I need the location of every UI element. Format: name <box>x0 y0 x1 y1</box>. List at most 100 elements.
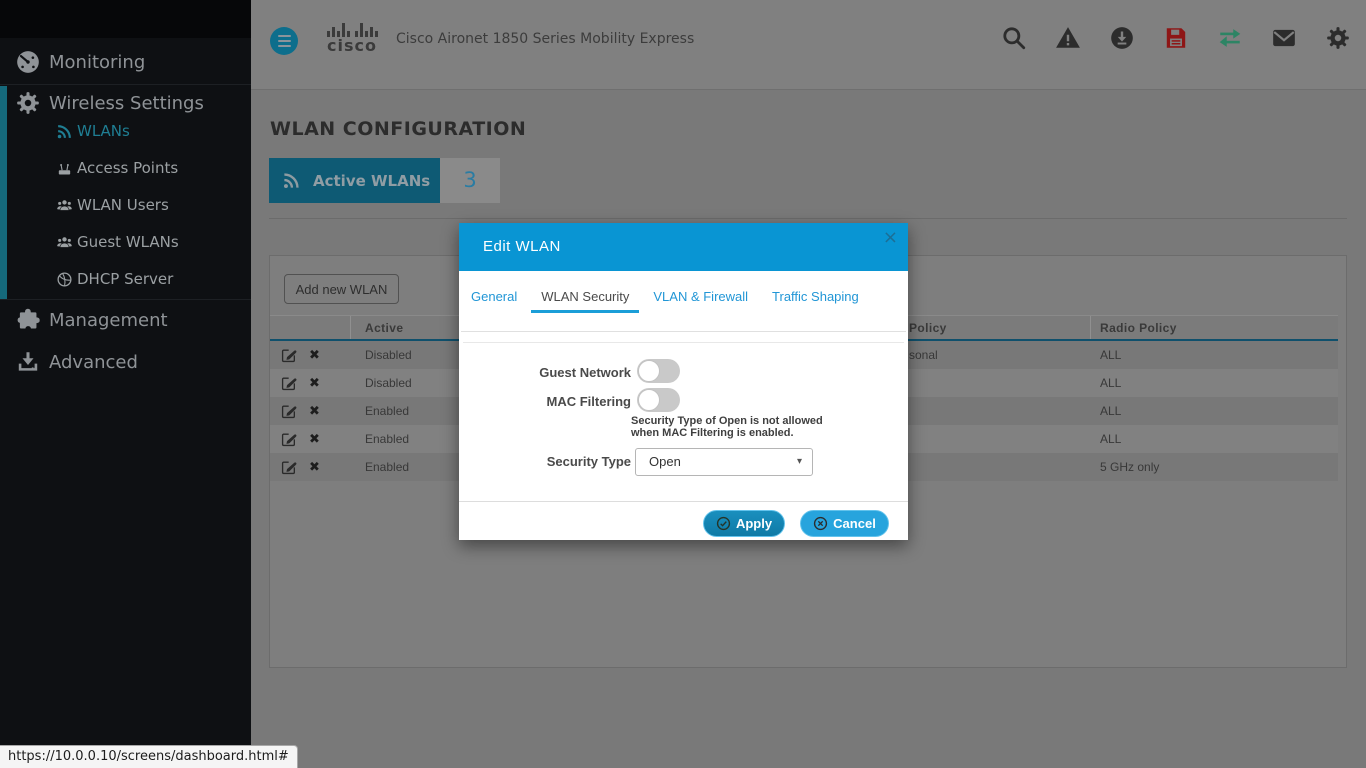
sidebar-top-strip <box>0 0 251 38</box>
close-icon[interactable]: × <box>883 227 898 248</box>
sidebar-item-label: Management <box>49 310 168 331</box>
sidebar-item-wireless-settings[interactable]: Wireless Settings <box>0 86 251 120</box>
gauge-icon <box>15 49 41 75</box>
cell-policy <box>900 453 1091 481</box>
settings-gear-icon[interactable] <box>1325 25 1351 51</box>
sidebar-item-wlan-users[interactable]: WLAN Users <box>0 191 251 219</box>
sidebar-item-guest-wlans[interactable]: Guest WLANs <box>0 228 251 256</box>
sidebar-item-wlans[interactable]: WLANs <box>0 117 251 145</box>
modal-tabs: General WLAN Security VLAN & Firewall Tr… <box>461 286 873 313</box>
divider <box>0 299 251 300</box>
header-radio-policy: Radio Policy <box>1091 316 1338 339</box>
cell-radio: ALL <box>1091 341 1338 369</box>
mail-icon[interactable] <box>1271 25 1297 51</box>
mac-filtering-label: MAC Filtering <box>459 394 631 409</box>
cell-policy <box>900 369 1091 397</box>
divider <box>269 218 1347 219</box>
cell-radio: ALL <box>1091 425 1338 453</box>
top-action-icons <box>1001 25 1351 51</box>
delete-wlan-icon[interactable]: ✖ <box>309 341 320 369</box>
download-tray-icon <box>15 349 41 375</box>
sidebar-item-label: DHCP Server <box>77 270 173 288</box>
cell-radio: ALL <box>1091 369 1338 397</box>
sidebar: Monitoring Wireless Settings WLANs Acces… <box>0 0 251 768</box>
search-icon[interactable] <box>1001 25 1027 51</box>
sidebar-item-dhcp-server[interactable]: DHCP Server <box>0 265 251 293</box>
transfer-icon[interactable] <box>1217 25 1243 51</box>
divider <box>0 84 251 85</box>
app-title: Cisco Aironet 1850 Series Mobility Expre… <box>396 31 694 47</box>
x-circle-icon <box>813 516 828 531</box>
users-icon <box>56 234 73 251</box>
delete-wlan-icon[interactable]: ✖ <box>309 397 320 425</box>
divider <box>463 342 904 343</box>
active-wlans-count: 3 <box>440 158 500 203</box>
edit-wlan-icon[interactable] <box>281 459 297 475</box>
rss-icon <box>56 123 73 140</box>
divider <box>461 331 906 332</box>
sidebar-item-management[interactable]: Management <box>0 303 251 337</box>
access-point-icon <box>56 160 73 177</box>
delete-wlan-icon[interactable]: ✖ <box>309 453 320 481</box>
sidebar-item-advanced[interactable]: Advanced <box>0 345 251 379</box>
sidebar-item-label: WLAN Users <box>77 196 169 214</box>
hamburger-menu-button[interactable] <box>270 27 298 55</box>
edit-wlan-modal: Edit WLAN × General WLAN Security VLAN &… <box>459 223 908 540</box>
users-icon <box>56 197 73 214</box>
cell-policy <box>900 425 1091 453</box>
header-actions <box>270 316 351 339</box>
sidebar-item-label: Wireless Settings <box>49 93 204 114</box>
browser-status-url: https://10.0.0.10/screens/dashboard.html… <box>0 745 298 768</box>
dhcp-icon <box>56 271 73 288</box>
sidebar-item-label: Access Points <box>77 159 178 177</box>
sidebar-item-label: Guest WLANs <box>77 233 179 251</box>
cell-radio: 5 GHz only <box>1091 453 1338 481</box>
top-bar: cisco Cisco Aironet 1850 Series Mobility… <box>251 0 1366 90</box>
guest-network-label: Guest Network <box>459 365 631 380</box>
security-type-label: Security Type <box>459 454 631 469</box>
gear-icon <box>15 90 41 116</box>
sidebar-item-label: Monitoring <box>49 52 145 73</box>
security-type-value: Open <box>649 454 681 469</box>
save-icon[interactable] <box>1163 25 1189 51</box>
cancel-button[interactable]: Cancel <box>800 510 889 537</box>
sidebar-item-label: WLANs <box>77 122 130 140</box>
download-icon[interactable] <box>1109 25 1135 51</box>
divider <box>459 501 908 502</box>
mac-filtering-toggle[interactable] <box>637 388 680 412</box>
security-type-select[interactable]: Open ▾ <box>635 448 813 476</box>
chevron-down-icon: ▾ <box>797 449 802 475</box>
tab-wlan-security[interactable]: WLAN Security <box>531 286 639 313</box>
cisco-logo-bars <box>322 22 382 37</box>
header-policy: Policy <box>900 316 1091 339</box>
tab-label: Active WLANs <box>313 172 430 190</box>
rss-icon <box>282 171 301 190</box>
cell-radio: ALL <box>1091 397 1338 425</box>
add-new-wlan-button[interactable]: Add new WLAN <box>284 274 399 304</box>
page-title: WLAN CONFIGURATION <box>270 118 526 140</box>
security-warning-text: Security Type of Open is not allowed whe… <box>631 416 856 439</box>
cell-policy: sonal <box>900 341 1091 369</box>
delete-wlan-icon[interactable]: ✖ <box>309 425 320 453</box>
edit-wlan-icon[interactable] <box>281 347 297 363</box>
apply-button[interactable]: Apply <box>703 510 785 537</box>
edit-wlan-icon[interactable] <box>281 431 297 447</box>
guest-network-toggle[interactable] <box>637 359 680 383</box>
delete-wlan-icon[interactable]: ✖ <box>309 369 320 397</box>
sidebar-item-access-points[interactable]: Access Points <box>0 154 251 182</box>
puzzle-icon <box>15 307 41 333</box>
sidebar-item-monitoring[interactable]: Monitoring <box>0 45 251 79</box>
cisco-logo: cisco <box>322 22 382 55</box>
modal-title: Edit WLAN <box>483 238 561 255</box>
edit-wlan-icon[interactable] <box>281 403 297 419</box>
cisco-logo-text: cisco <box>322 37 382 55</box>
edit-wlan-icon[interactable] <box>281 375 297 391</box>
sidebar-item-label: Advanced <box>49 352 138 373</box>
tab-general[interactable]: General <box>461 286 527 313</box>
tab-vlan-firewall[interactable]: VLAN & Firewall <box>643 286 758 313</box>
alert-icon[interactable] <box>1055 25 1081 51</box>
tab-traffic-shaping[interactable]: Traffic Shaping <box>762 286 869 313</box>
tab-active-wlans[interactable]: Active WLANs <box>269 158 440 203</box>
modal-header: Edit WLAN × <box>459 223 908 271</box>
check-circle-icon <box>716 516 731 531</box>
